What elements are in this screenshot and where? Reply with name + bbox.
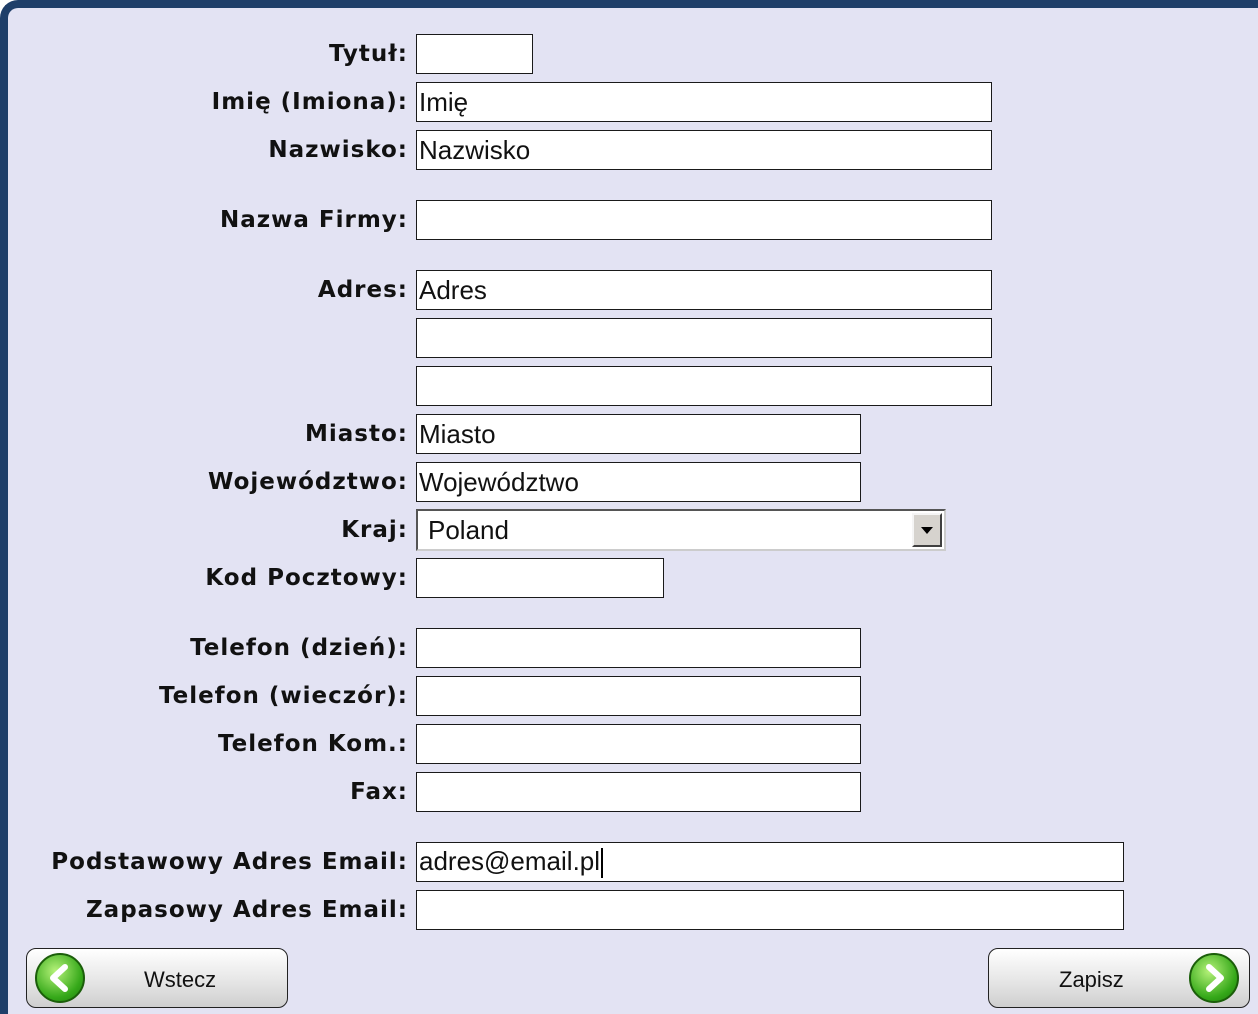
province-label: Województwo: (208, 469, 408, 495)
company-input[interactable] (416, 200, 992, 240)
row-fax: Fax: (0, 770, 1258, 814)
back-button-label: Wstecz (144, 967, 217, 992)
text-caret (601, 848, 604, 879)
row-province: Województwo: (0, 460, 1258, 504)
country-selected-value: Poland (428, 515, 509, 545)
fax-input[interactable] (416, 772, 861, 812)
row-postal-code: Kod Pocztowy: (0, 556, 1258, 600)
row-phone-evening: Telefon (wieczór): (0, 674, 1258, 718)
address-line2-input[interactable] (416, 318, 992, 358)
email-primary-input[interactable]: adres@email.pl (416, 842, 1124, 882)
first-name-input[interactable] (416, 82, 992, 122)
row-phone-mobile: Telefon Kom.: (0, 722, 1258, 766)
row-email-backup: Zapasowy Adres Email: (0, 888, 1258, 932)
country-select[interactable]: Poland (416, 509, 946, 551)
arrow-left-circle-icon (35, 953, 85, 1003)
address-line1-input[interactable] (416, 270, 992, 310)
phone-evening-input[interactable] (416, 676, 861, 716)
phone-mobile-label: Telefon Kom.: (217, 731, 408, 757)
row-country: Kraj: Poland (0, 508, 1258, 552)
province-input[interactable] (416, 462, 861, 502)
email-backup-label: Zapasowy Adres Email: (86, 897, 408, 923)
fax-label: Fax: (350, 779, 408, 805)
arrow-right-circle-icon (1189, 953, 1239, 1003)
last-name-label: Nazwisko: (268, 137, 408, 163)
email-primary-value: adres@email.pl (419, 846, 601, 876)
first-name-label: Imię (Imiona): (211, 89, 408, 115)
row-email-primary: Podstawowy Adres Email: adres@email.pl (0, 840, 1258, 884)
save-button[interactable]: Zapisz (988, 948, 1250, 1008)
city-label: Miasto: (305, 421, 408, 447)
row-company: Nazwa Firmy: (0, 198, 1258, 242)
title-label: Tytuł: (328, 41, 408, 67)
row-address-2 (0, 316, 1258, 360)
last-name-input[interactable] (416, 130, 992, 170)
row-address-3 (0, 364, 1258, 408)
row-first-name: Imię (Imiona): (0, 80, 1258, 124)
title-input[interactable] (416, 34, 533, 74)
row-phone-day: Telefon (dzień): (0, 626, 1258, 670)
city-input[interactable] (416, 414, 861, 454)
email-backup-input[interactable] (416, 890, 1124, 930)
phone-day-input[interactable] (416, 628, 861, 668)
company-label: Nazwa Firmy: (219, 207, 408, 233)
postal-code-label: Kod Pocztowy: (205, 565, 408, 591)
back-button[interactable]: Wstecz (26, 948, 288, 1008)
row-title: Tytuł: (0, 32, 1258, 76)
email-primary-label: Podstawowy Adres Email: (51, 849, 408, 875)
dropdown-arrow-icon[interactable] (912, 513, 942, 547)
save-button-label: Zapisz (1059, 967, 1124, 992)
address-line3-input[interactable] (416, 366, 992, 406)
row-address: Adres: (0, 268, 1258, 312)
phone-evening-label: Telefon (wieczór): (158, 683, 408, 709)
country-label: Kraj: (341, 517, 408, 543)
row-last-name: Nazwisko: (0, 128, 1258, 172)
phone-day-label: Telefon (dzień): (190, 635, 408, 661)
postal-code-input[interactable] (416, 558, 664, 598)
address-label: Adres: (317, 277, 408, 303)
phone-mobile-input[interactable] (416, 724, 861, 764)
row-city: Miasto: (0, 412, 1258, 456)
